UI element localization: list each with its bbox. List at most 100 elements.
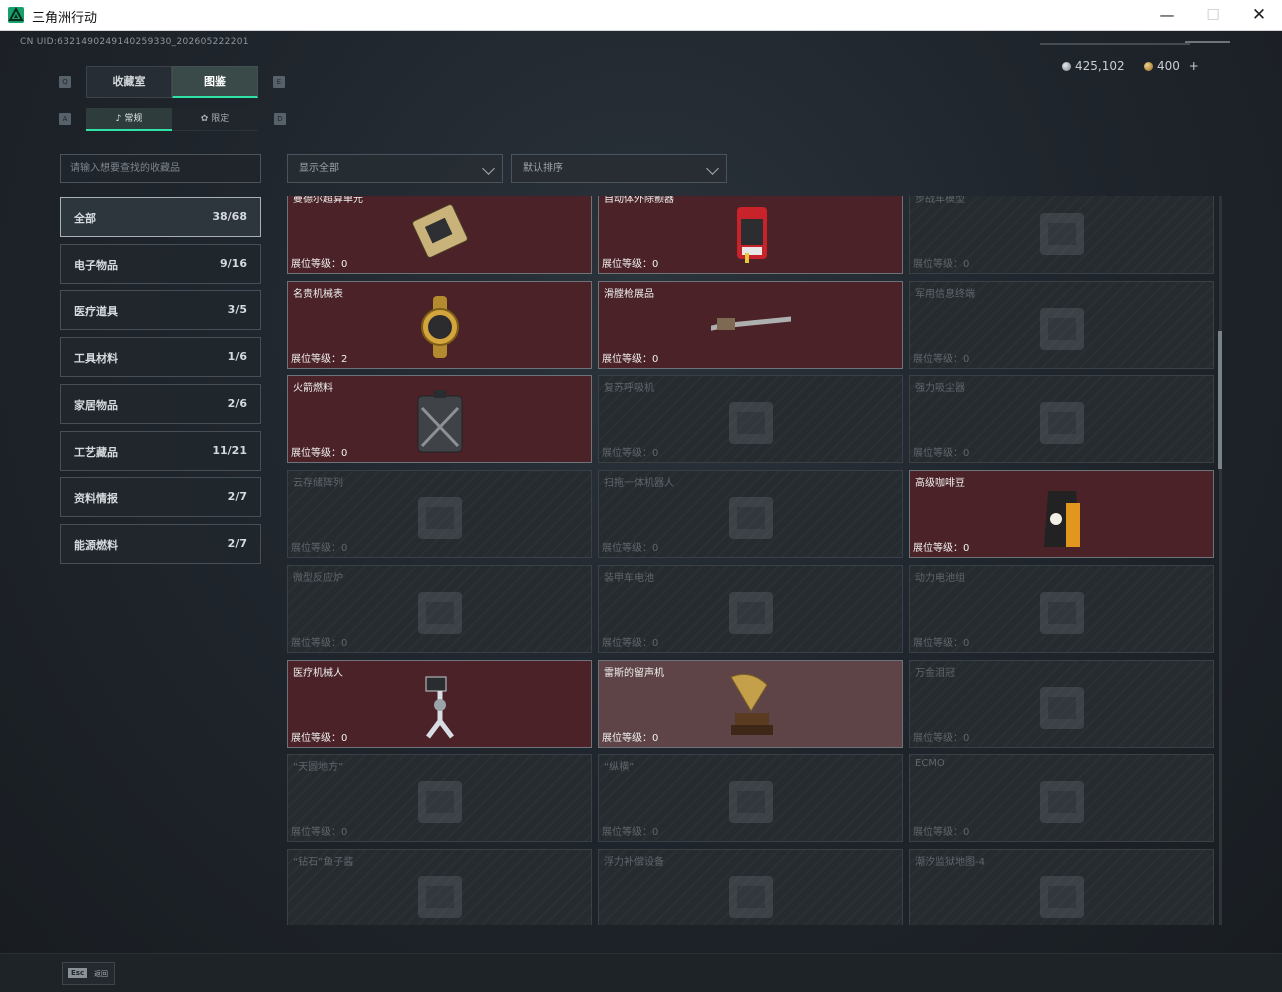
collection-card[interactable]: ECMO 展位等级：0 <box>909 754 1214 843</box>
category-item[interactable]: 全部 38/68 <box>60 197 261 237</box>
collection-card[interactable]: 高级咖啡豆 展位等级：0 <box>909 470 1214 559</box>
collection-card[interactable]: 名贵机械表 展位等级：2 <box>287 280 592 369</box>
collection-card[interactable]: “纵横” 展位等级：0 <box>598 754 903 843</box>
category-count: 9/16 <box>220 256 247 270</box>
item-level: 展位等级：0 <box>291 827 348 839</box>
item-level: 展位等级：0 <box>602 448 659 460</box>
scrollbar-track[interactable] <box>1219 196 1222 925</box>
item-name: “钻石”鱼子酱 <box>293 856 354 868</box>
maximize-button[interactable]: ☐ <box>1190 0 1236 31</box>
minimize-button[interactable]: — <box>1144 0 1190 31</box>
category-item[interactable]: 能源燃料 2/7 <box>60 523 261 564</box>
item-name: 万金泪冠 <box>915 667 955 679</box>
regular-icon: ♪ <box>115 114 122 124</box>
back-button[interactable]: Esc 返回 <box>62 962 115 985</box>
item-name: 自动体外除颤器 <box>604 196 674 205</box>
search-input[interactable] <box>60 154 261 183</box>
subtab-regular[interactable]: ♪ 常规 <box>86 108 172 131</box>
category-item[interactable]: 资料情报 2/7 <box>60 477 261 518</box>
tab-collection-room[interactable]: 收藏室 <box>86 66 172 98</box>
item-name: 高级咖啡豆 <box>915 478 965 490</box>
filter-value: 显示全部 <box>299 163 339 174</box>
collection-card[interactable]: 装甲车电池 展位等级：0 <box>598 564 903 653</box>
collection-card[interactable]: 自动体外除颤器 展位等级：0 <box>598 196 903 274</box>
item-level: 展位等级：0 <box>602 732 659 744</box>
sort-dropdown[interactable]: 默认排序 <box>511 154 727 183</box>
collection-card[interactable]: 云存储阵列 展位等级：0 <box>287 470 592 559</box>
filter-dropdown[interactable]: 显示全部 <box>287 154 503 183</box>
collection-card[interactable]: “天圆地方” 展位等级：0 <box>287 754 592 843</box>
ticket-balance[interactable]: 400 + <box>1144 59 1199 73</box>
sort-value: 默认排序 <box>523 163 563 174</box>
category-count: 3/5 <box>227 303 247 317</box>
musket-icon <box>711 316 791 331</box>
decorative-line <box>1185 41 1230 43</box>
item-level: 展位等级：0 <box>291 448 348 460</box>
bcd-icon <box>729 875 773 918</box>
item-name: ECMO <box>915 758 945 770</box>
collection-card[interactable]: 潮汐监狱地图-4 <box>909 848 1214 925</box>
item-name: 扫拖一体机器人 <box>604 478 674 490</box>
collection-card[interactable]: 雷斯的留声机 展位等级：0 <box>598 659 903 748</box>
category-count: 11/21 <box>212 443 247 457</box>
item-name: 曼德尔超算单元 <box>293 196 363 205</box>
armillary-icon <box>418 781 462 824</box>
item-level: 展位等级：0 <box>602 827 659 839</box>
chevron-down-icon <box>706 162 719 175</box>
item-level: 展位等级：0 <box>913 637 970 649</box>
item-level: 展位等级：0 <box>602 259 659 270</box>
item-name: 云存储阵列 <box>293 478 343 490</box>
category-name: 工艺藏品 <box>74 445 118 459</box>
item-name: “纵横” <box>604 762 635 774</box>
scrollbar-thumb[interactable] <box>1218 331 1222 469</box>
key-hint-e: E <box>273 76 285 88</box>
game-area: CN UID:6321490249140259330_202605222201 … <box>0 31 1282 992</box>
category-count: 1/6 <box>227 350 247 364</box>
category-name: 资料情报 <box>74 492 118 506</box>
category-name: 工具材料 <box>74 352 118 366</box>
category-item[interactable]: 工艺藏品 11/21 <box>60 430 261 471</box>
category-item[interactable]: 家居物品 2/6 <box>60 383 261 424</box>
collection-card[interactable]: 曼德尔超算单元 展位等级：0 <box>287 196 592 274</box>
item-name: 装甲车电池 <box>604 572 654 584</box>
collection-card[interactable]: 复苏呼吸机 展位等级：0 <box>598 375 903 464</box>
collection-card[interactable]: 医疗机械人 展位等级：0 <box>287 659 592 748</box>
subtab-limited[interactable]: ✿ 限定 <box>172 108 258 131</box>
collection-card[interactable]: 强力吸尘器 展位等级：0 <box>909 375 1214 464</box>
close-button[interactable]: ✕ <box>1236 0 1282 31</box>
item-name: 微型反应炉 <box>293 572 343 584</box>
battery-icon <box>729 591 773 634</box>
item-name: 火箭燃料 <box>293 383 333 395</box>
window-titlebar: 三角洲行动 — ☐ ✕ <box>0 0 1282 31</box>
category-item[interactable]: 医疗道具 3/5 <box>60 290 261 331</box>
add-currency-button[interactable]: + <box>1189 59 1199 73</box>
item-level: 展位等级：0 <box>913 259 970 270</box>
gpu-icon <box>412 204 468 258</box>
player-uid: CN UID:6321490249140259330_202605222201 <box>20 37 249 47</box>
item-name: 潮汐监狱地图-4 <box>915 856 985 868</box>
reactor-icon <box>418 591 462 634</box>
bottom-bar: Esc 返回 <box>0 953 1282 992</box>
collection-card[interactable]: 浮力补偿设备 <box>598 848 903 925</box>
category-item[interactable]: 工具材料 1/6 <box>60 337 261 378</box>
collection-card[interactable]: 微型反应炉 展位等级：0 <box>287 564 592 653</box>
collection-card[interactable]: 万金泪冠 展位等级：0 <box>909 659 1214 748</box>
map-icon <box>1040 875 1084 918</box>
item-name: 雷斯的留声机 <box>604 667 664 679</box>
chevron-down-icon <box>482 162 495 175</box>
collection-card[interactable]: 扫拖一体机器人 展位等级：0 <box>598 470 903 559</box>
item-level: 展位等级：0 <box>913 543 970 555</box>
collection-card[interactable]: 军用信息终端 展位等级：0 <box>909 280 1214 369</box>
tab-codex[interactable]: 图鉴 <box>172 66 258 98</box>
collection-card[interactable]: 滑膛枪展品 展位等级：0 <box>598 280 903 369</box>
collection-card[interactable]: 步战车模型 展位等级：0 <box>909 196 1214 274</box>
collection-card[interactable]: 火箭燃料 展位等级：0 <box>287 375 592 464</box>
collection-card[interactable]: 动力电池组 展位等级：0 <box>909 564 1214 653</box>
watch-icon <box>421 295 459 358</box>
item-name: “天圆地方” <box>293 762 344 774</box>
category-item[interactable]: 电子物品 9/16 <box>60 243 261 284</box>
item-name: 复苏呼吸机 <box>604 383 654 395</box>
collection-card[interactable]: “钻石”鱼子酱 <box>287 848 592 925</box>
item-level: 展位等级：0 <box>913 827 970 839</box>
back-label: 返回 <box>94 970 108 978</box>
